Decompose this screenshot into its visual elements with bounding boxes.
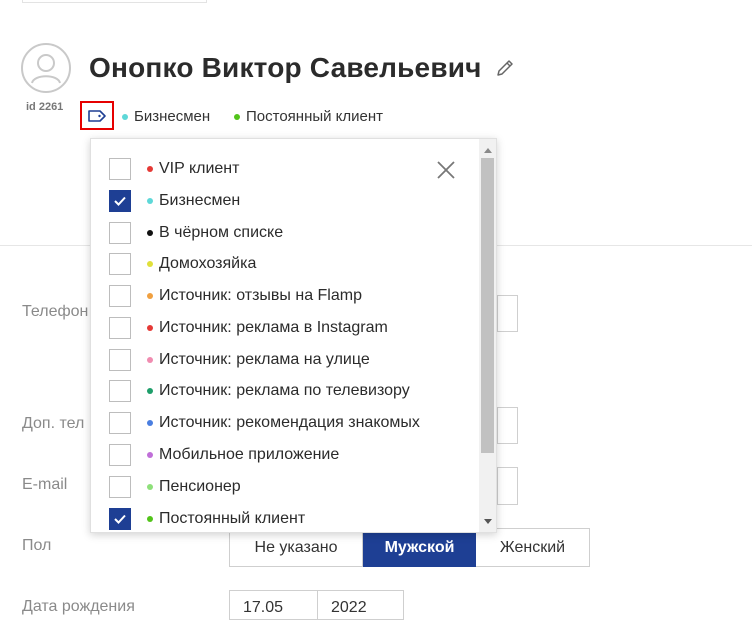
- tag-checkbox[interactable]: [109, 508, 131, 530]
- tag-option-label: Источник: реклама по телевизору: [159, 382, 410, 399]
- email-label: E-mail: [22, 476, 68, 493]
- gender-label: Пол: [22, 537, 52, 554]
- email-input[interactable]: [497, 467, 518, 505]
- birthday-day-month-input[interactable]: 17.05: [229, 590, 318, 620]
- tag-icon: [88, 109, 106, 122]
- tag-color-dot: [147, 261, 153, 267]
- tag-color-dot: [147, 198, 153, 204]
- tag-option-source-flamp[interactable]: Источник: отзывы на Flamp: [109, 284, 362, 308]
- tag-color-dot: [147, 230, 153, 236]
- tag-option-mobile-app[interactable]: Мобильное приложение: [109, 443, 339, 467]
- birthday-label: Дата рождения: [22, 598, 135, 615]
- gender-option-unspecified[interactable]: Не указано: [229, 528, 363, 567]
- tag-checkbox[interactable]: [109, 380, 131, 402]
- tag-option-label: В чёрном списке: [159, 224, 284, 241]
- tag-option-label: Бизнесмен: [159, 192, 241, 209]
- gender-option-male[interactable]: Мужской: [363, 528, 476, 567]
- tag-color-dot: [147, 293, 153, 299]
- tag-color-dot: [147, 325, 153, 331]
- tag-checkbox[interactable]: [109, 158, 131, 180]
- tag-option-regular-client[interactable]: Постоянный клиент: [109, 507, 305, 531]
- client-id: id 2261: [26, 101, 64, 113]
- tag-checkbox[interactable]: [109, 444, 131, 466]
- checkmark-icon: [114, 196, 126, 206]
- gender-selector: Не указано Мужской Женский: [229, 528, 590, 567]
- tag-chip-regular-client: Постоянный клиент: [234, 108, 383, 125]
- tag-checkbox[interactable]: [109, 253, 131, 275]
- scroll-down-arrow-icon[interactable]: [484, 519, 492, 524]
- phone-label: Телефон: [22, 303, 89, 320]
- tag-checkbox[interactable]: [109, 476, 131, 498]
- extra-phone-input[interactable]: [497, 407, 518, 444]
- tag-option-businessman[interactable]: Бизнесмен: [109, 189, 240, 213]
- tag-option-label: Мобильное приложение: [159, 446, 340, 463]
- tag-chip-label: Постоянный клиент: [246, 108, 384, 125]
- pencil-icon[interactable]: [495, 58, 515, 78]
- tag-option-label: Постоянный клиент: [159, 510, 306, 527]
- tag-option-source-tv[interactable]: Источник: реклама по телевизору: [109, 379, 410, 403]
- tag-edit-button[interactable]: [80, 101, 114, 130]
- tag-color-dot: [147, 166, 153, 172]
- extra-phone-label: Доп. тел: [22, 415, 85, 432]
- user-avatar-icon: [31, 54, 61, 84]
- tag-option-source-referral[interactable]: Источник: рекомендация знакомых: [109, 411, 420, 435]
- tag-option-blacklist[interactable]: В чёрном списке: [109, 221, 283, 245]
- tag-option-pensioner[interactable]: Пенсионер: [109, 475, 241, 499]
- tag-option-label: Источник: отзывы на Flamp: [159, 287, 362, 304]
- tag-option-label: Домохозяйка: [159, 255, 257, 272]
- tag-color-dot: [147, 420, 153, 426]
- tag-option-source-instagram[interactable]: Источник: реклама в Instagram: [109, 316, 388, 340]
- tag-option-housewife[interactable]: Домохозяйка: [109, 252, 256, 276]
- tag-checkbox[interactable]: [109, 412, 131, 434]
- tag-color-dot: [147, 516, 153, 522]
- tag-chip-label: Бизнесмен: [134, 108, 211, 125]
- tag-option-source-street[interactable]: Источник: реклама на улице: [109, 348, 370, 372]
- tag-color-dot: [147, 357, 153, 363]
- tag-checkbox[interactable]: [109, 317, 131, 339]
- scroll-up-arrow-icon[interactable]: [484, 148, 492, 153]
- tag-color-dot: [122, 113, 128, 120]
- client-avatar: [21, 43, 71, 93]
- tag-checkbox[interactable]: [109, 222, 131, 244]
- birthday-year-input[interactable]: 2022: [317, 590, 404, 620]
- tag-option-label: Источник: рекомендация знакомых: [159, 414, 420, 431]
- gender-option-female[interactable]: Женский: [476, 528, 590, 567]
- tag-option-label: Пенсионер: [159, 478, 241, 495]
- tag-color-dot: [147, 484, 153, 490]
- tag-option-label: Источник: реклама в Instagram: [159, 319, 388, 336]
- phone-input[interactable]: [497, 295, 518, 332]
- tag-dropdown: VIP клиент Бизнесмен В чёрном списке Дом…: [90, 138, 497, 533]
- dropdown-scrollbar[interactable]: [479, 139, 496, 532]
- tag-option-label: Источник: реклама на улице: [159, 351, 370, 368]
- tag-chip-businessman: Бизнесмен: [122, 108, 210, 125]
- tag-color-dot: [147, 452, 153, 458]
- checkmark-icon: [114, 514, 126, 524]
- tag-color-dot: [147, 388, 153, 394]
- client-name: Онопко Виктор Савельевич: [89, 52, 482, 83]
- scrollbar-thumb[interactable]: [481, 158, 494, 453]
- tag-checkbox[interactable]: [109, 190, 131, 212]
- tag-option-label: VIP клиент: [159, 160, 240, 177]
- tag-option-vip[interactable]: VIP клиент: [109, 157, 239, 181]
- close-icon[interactable]: [434, 158, 458, 182]
- tag-checkbox[interactable]: [109, 285, 131, 307]
- active-tab[interactable]: [22, 0, 207, 3]
- top-tab-strip: [0, 0, 752, 3]
- tag-color-dot: [234, 113, 240, 120]
- tag-checkbox[interactable]: [109, 349, 131, 371]
